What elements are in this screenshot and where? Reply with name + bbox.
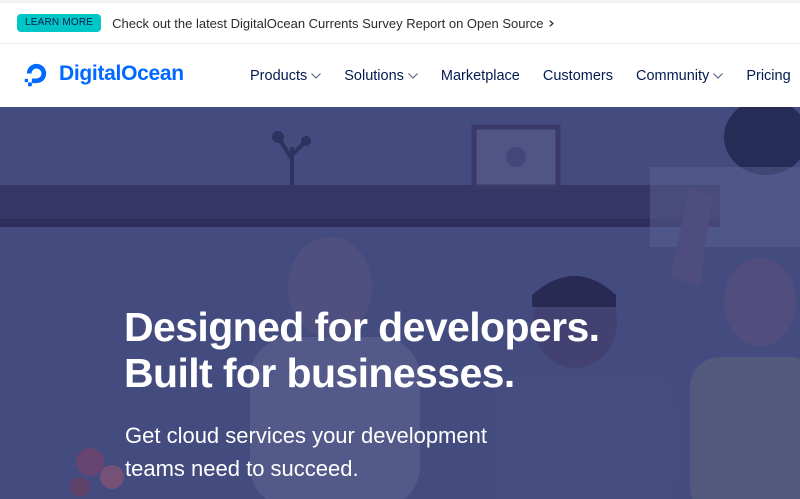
nav-item-label: Products [250, 67, 308, 84]
nav-item-label: Community [635, 67, 710, 84]
hero-title: Designed for developers. Built for busin… [124, 304, 600, 396]
hero-subtitle: Get cloud services your development team… [125, 419, 487, 485]
announcement-banner[interactable]: LEARN MORE Check out the latest DigitalO… [0, 0, 800, 44]
chevron-down-icon [407, 72, 418, 79]
nav-item-customers[interactable]: Customers [543, 68, 613, 84]
nav-item-label: Solutions [344, 67, 404, 84]
logo[interactable]: DigitalOcean [22, 59, 184, 88]
main-nav: DigitalOcean Products Solutions Marketpl… [0, 44, 800, 107]
nav-item-label: Pricing [746, 67, 791, 84]
hero-subtitle-line: teams need to succeed. [125, 456, 359, 481]
nav-item-label: Marketplace [440, 67, 520, 84]
nav-item-solutions[interactable]: Solutions [344, 68, 418, 84]
chevron-right-icon[interactable] [548, 19, 555, 27]
digitalocean-logo-icon [24, 63, 47, 87]
hero-section: Designed for developers. Built for busin… [0, 107, 800, 499]
nav-item-pricing[interactable]: Pricing [746, 68, 790, 84]
nav-item-products[interactable]: Products [250, 67, 322, 84]
nav-items: Products Solutions Marketplace Customers… [250, 44, 800, 107]
nav-item-community[interactable]: Community [635, 67, 724, 84]
hero-subtitle-line: Get cloud services your development [125, 423, 487, 448]
hero-title-line: Designed for developers. [124, 304, 600, 350]
banner-message[interactable]: Check out the latest DigitalOcean Curren… [112, 16, 543, 31]
nav-item-label: Customers [542, 67, 613, 84]
nav-item-marketplace[interactable]: Marketplace [441, 68, 520, 84]
chevron-down-icon [311, 72, 322, 79]
hero-title-line: Built for businesses. [124, 350, 515, 396]
logo-text: DigitalOcean [59, 61, 184, 85]
learn-more-badge[interactable]: LEARN MORE [17, 14, 102, 32]
chevron-down-icon [713, 72, 724, 79]
